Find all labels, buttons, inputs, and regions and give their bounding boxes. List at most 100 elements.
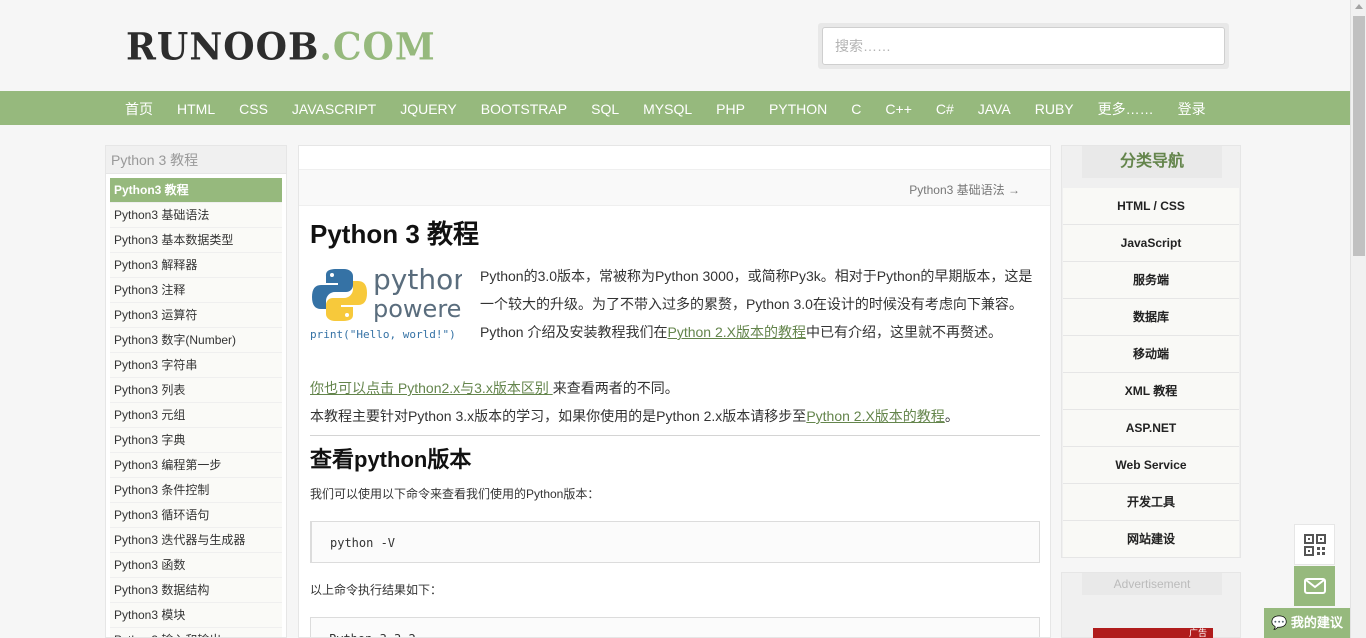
sidebar-item-6[interactable]: Python3 数字(Number) xyxy=(110,328,282,353)
right-sidebar: 分类导航 HTML / CSS JavaScript 服务端 数据库 移动端 XML 教程… xyxy=(1061,145,1241,558)
nav-item-8[interactable]: PHP xyxy=(704,91,757,125)
sidebar-item-3[interactable]: Python3 解释器 xyxy=(110,253,282,278)
left-sidebar-list: Python3 教程 Python3 基础语法 Python3 基本数据类型 Pyth… xyxy=(106,174,286,637)
advertisement-image[interactable]: 广告 xyxy=(1093,628,1213,638)
suggestion-button[interactable]: 💬 我的建议 xyxy=(1264,608,1350,638)
tutorial-note-line: 本教程主要针对Python 3.x版本的学习，如果你使用的是Python 2.x… xyxy=(310,402,959,430)
python-logo-sub: powered xyxy=(373,295,462,323)
search-input[interactable] xyxy=(822,27,1225,65)
left-sidebar: Python 3 教程 Python3 教程 Python3 基础语法 Python… xyxy=(105,145,287,638)
sidebar-item-13[interactable]: Python3 循环语句 xyxy=(110,503,282,528)
sidebar-item-4[interactable]: Python3 注释 xyxy=(110,278,282,303)
category-nav-list: HTML / CSS JavaScript 服务端 数据库 移动端 XML 教程 ASP.N… xyxy=(1063,188,1239,558)
sidebar-item-8[interactable]: Python3 列表 xyxy=(110,378,282,403)
article-nav-bar: Python3 基础语法 → xyxy=(299,169,1050,206)
sidebar-item-10[interactable]: Python3 字典 xyxy=(110,428,282,453)
logo-main: RUNOOB xyxy=(126,24,320,70)
nav-item-5[interactable]: BOOTSTRAP xyxy=(469,91,579,125)
sidebar-item-18[interactable]: Python3 输入和输出 xyxy=(110,628,282,637)
category-item-4[interactable]: 移动端 xyxy=(1063,336,1239,373)
sidebar-item-1[interactable]: Python3 基础语法 xyxy=(110,203,282,228)
nav-list: 首页 HTML CSS JAVASCRIPT JQUERY BOOTSTRAP SQL MYS… xyxy=(113,91,1218,125)
sidebar-item-5[interactable]: Python3 运算符 xyxy=(110,303,282,328)
scroll-thumb[interactable] xyxy=(1353,16,1365,256)
sidebar-item-7[interactable]: Python3 字符串 xyxy=(110,353,282,378)
nav-item-13[interactable]: JAVA xyxy=(966,91,1023,125)
nav-item-4[interactable]: JQUERY xyxy=(388,91,469,125)
intro-paragraph: Python的3.0版本，常被称为Python 3000，或简称Py3k。相对于… xyxy=(480,262,1040,346)
category-item-1[interactable]: JavaScript xyxy=(1063,225,1239,262)
page-scrollbar[interactable] xyxy=(1350,0,1366,638)
code-block-2: Python 3.3.2 xyxy=(310,617,1040,637)
category-item-0[interactable]: HTML / CSS xyxy=(1063,188,1239,225)
python-logo-word: python xyxy=(373,263,462,296)
sidebar-item-9[interactable]: Python3 元组 xyxy=(110,403,282,428)
logo-suffix: .COM xyxy=(319,24,436,70)
category-item-5[interactable]: XML 教程 xyxy=(1063,373,1239,410)
article-title: Python 3 教程 xyxy=(310,219,480,249)
category-item-7[interactable]: Web Service xyxy=(1063,447,1239,484)
advertisement-title: Advertisement xyxy=(1082,573,1222,595)
category-item-8[interactable]: 开发工具 xyxy=(1063,484,1239,521)
section-paragraph-1: 我们可以使用以下命令来查看我们使用的Python版本： xyxy=(310,487,600,501)
version-diff-line: 你也可以点击 Python2.x与3.x版本区别 来查看两者的不同。 xyxy=(310,374,679,402)
category-item-3[interactable]: 数据库 xyxy=(1063,299,1239,336)
nav-item-9[interactable]: PYTHON xyxy=(757,91,839,125)
nav-item-16[interactable]: 登录 xyxy=(1166,91,1218,125)
nav-item-15[interactable]: 更多…… xyxy=(1086,91,1166,125)
divider xyxy=(310,435,1040,436)
qrcode-button[interactable] xyxy=(1294,524,1335,565)
sidebar-item-15[interactable]: Python3 函数 xyxy=(110,553,282,578)
version-diff-suffix: 来查看两者的不同。 xyxy=(552,380,679,396)
intro-text: Python的3.0版本，常被称为Python 3000，或简称Py3k。相对于… xyxy=(480,268,1033,312)
category-nav-title: 分类导航 xyxy=(1082,146,1222,178)
chat-icon: 💬 xyxy=(1271,615,1291,630)
python-snake-icon xyxy=(312,269,367,321)
category-item-6[interactable]: ASP.NET xyxy=(1063,410,1239,447)
nav-item-1[interactable]: HTML xyxy=(165,91,227,125)
suggestion-label: 我的建议 xyxy=(1290,615,1343,630)
sidebar-item-17[interactable]: Python3 模块 xyxy=(110,603,282,628)
sidebar-item-0[interactable]: Python3 教程 xyxy=(110,178,282,203)
sidebar-item-14[interactable]: Python3 迭代器与生成器 xyxy=(110,528,282,553)
top-nav: 首页 HTML CSS JAVASCRIPT JQUERY BOOTSTRAP SQL MYS… xyxy=(0,91,1350,125)
python2-tutorial-link[interactable]: Python 2.X版本的教程 xyxy=(667,324,806,340)
site-logo[interactable]: RUNOOB.COM xyxy=(126,26,436,68)
scroll-up-arrow-icon[interactable] xyxy=(1355,4,1363,9)
ad-tag: 广告 xyxy=(1188,628,1207,638)
mail-icon xyxy=(1303,578,1326,594)
qrcode-icon xyxy=(1303,533,1326,556)
version-diff-link[interactable]: 你也可以点击 Python2.x与3.x版本区别 xyxy=(310,380,553,396)
nav-item-3[interactable]: JAVASCRIPT xyxy=(280,91,388,125)
tutorial-note-suffix: 。 xyxy=(944,408,959,424)
nav-item-6[interactable]: SQL xyxy=(579,91,631,125)
section-paragraph-2: 以上命令执行结果如下： xyxy=(310,583,443,597)
nav-item-14[interactable]: RUBY xyxy=(1023,91,1086,125)
code-block-1: python -V xyxy=(310,521,1040,563)
python2-tutorial-link-2[interactable]: Python 2.X版本的教程 xyxy=(806,408,945,424)
section-heading: 查看python版本 xyxy=(310,447,472,472)
sidebar-item-2[interactable]: Python3 基本数据类型 xyxy=(110,228,282,253)
intro-line2-prefix: Python 介绍及安装教程我们在 xyxy=(480,324,668,340)
mail-button[interactable] xyxy=(1294,566,1335,606)
nav-item-11[interactable]: C++ xyxy=(873,91,923,125)
main-content: Python3 基础语法 → Python 3 教程 python powere… xyxy=(298,145,1051,638)
sidebar-item-16[interactable]: Python3 数据结构 xyxy=(110,578,282,603)
nav-item-2[interactable]: CSS xyxy=(227,91,280,125)
nav-item-0[interactable]: 首页 xyxy=(113,91,165,125)
article: Python 3 教程 python powered print("Hello,… xyxy=(310,216,1040,637)
next-article-link[interactable]: Python3 基础语法 → xyxy=(909,181,1020,198)
nav-item-10[interactable]: C xyxy=(839,91,873,125)
sidebar-item-12[interactable]: Python3 条件控制 xyxy=(110,478,282,503)
left-sidebar-title: Python 3 教程 xyxy=(106,146,286,174)
tutorial-note-prefix: 本教程主要针对Python 3.x版本的学习，如果你使用的是Python 2.x… xyxy=(310,408,807,424)
sidebar-item-11[interactable]: Python3 编程第一步 xyxy=(110,453,282,478)
category-item-9[interactable]: 网站建设 xyxy=(1063,521,1239,558)
intro-line2: Python 介绍及安装教程我们在Python 2.X版本的教程中已有介绍，这里… xyxy=(480,318,1040,346)
nav-item-12[interactable]: C# xyxy=(924,91,966,125)
header: RUNOOB.COM xyxy=(0,0,1350,91)
intro-line2-suffix: 中已有介绍，这里就不再赘述。 xyxy=(805,324,1002,340)
search-box xyxy=(818,23,1229,69)
category-item-2[interactable]: 服务端 xyxy=(1063,262,1239,299)
nav-item-7[interactable]: MYSQL xyxy=(631,91,704,125)
